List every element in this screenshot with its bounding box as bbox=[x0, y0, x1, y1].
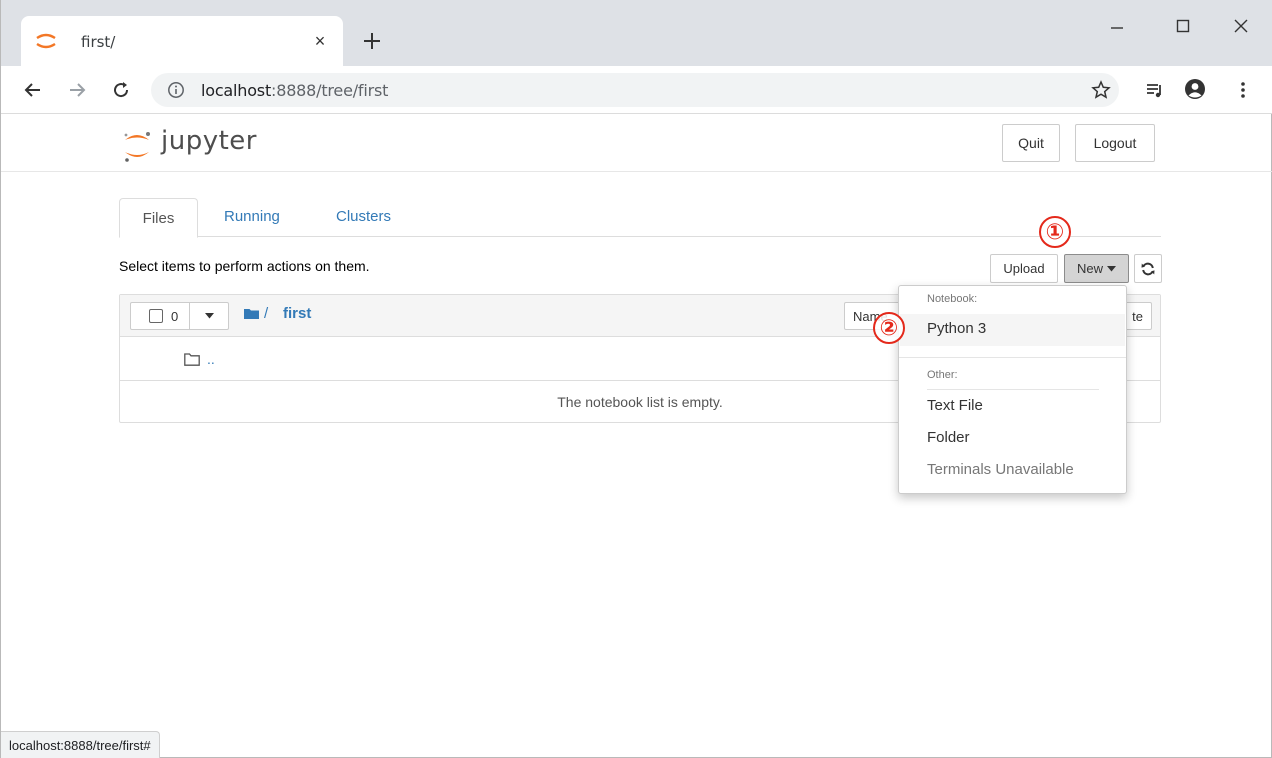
annotation-marker-1: ① bbox=[1039, 216, 1071, 248]
breadcrumb-separator: / bbox=[264, 305, 269, 322]
logo-text: jupyter bbox=[161, 126, 257, 156]
selected-count: 0 bbox=[171, 308, 179, 324]
new-tab-icon[interactable] bbox=[357, 26, 387, 56]
menu-item-python3[interactable]: Python 3 bbox=[927, 320, 986, 337]
select-all-checkbox[interactable] bbox=[149, 309, 163, 323]
logout-button[interactable]: Logout bbox=[1075, 124, 1155, 162]
tabs-divider bbox=[119, 236, 1161, 237]
minimize-icon[interactable] bbox=[1097, 8, 1137, 44]
new-button[interactable]: New bbox=[1064, 254, 1129, 283]
url-path: :8888/tree/first bbox=[271, 81, 389, 100]
select-instructions: Select items to perform actions on them. bbox=[119, 258, 370, 274]
new-button-label: New bbox=[1076, 261, 1103, 276]
forward-arrow-icon[interactable] bbox=[63, 76, 91, 104]
browser-tab[interactable]: first/ × bbox=[21, 16, 343, 66]
folder-filled-icon bbox=[244, 307, 259, 320]
browser-window: first/ × localhost:8888/tree/first jupyt… bbox=[0, 0, 1272, 758]
parent-dir-link[interactable]: .. bbox=[207, 351, 215, 367]
info-icon[interactable] bbox=[167, 81, 185, 99]
refresh-icon bbox=[1141, 262, 1155, 275]
url-host: localhost bbox=[201, 81, 272, 100]
url-text: localhost:8888/tree/first bbox=[201, 81, 388, 100]
media-queue-icon[interactable] bbox=[1141, 76, 1169, 104]
select-all-button[interactable]: 0 bbox=[130, 302, 190, 330]
reload-icon[interactable] bbox=[107, 76, 135, 104]
close-window-icon[interactable] bbox=[1221, 8, 1261, 44]
caret-down-icon bbox=[1107, 265, 1116, 271]
jupyter-favicon-icon bbox=[35, 33, 57, 49]
quit-button[interactable]: Quit bbox=[1002, 124, 1060, 162]
header-underline bbox=[927, 389, 1099, 390]
select-dropdown-button[interactable] bbox=[189, 302, 229, 330]
menu-item-folder[interactable]: Folder bbox=[927, 429, 970, 446]
profile-icon[interactable] bbox=[1181, 75, 1209, 103]
annotation-marker-2: ② bbox=[873, 312, 905, 344]
refresh-button[interactable] bbox=[1134, 254, 1162, 283]
other-section-header: Other: bbox=[927, 369, 958, 381]
address-bar[interactable]: localhost:8888/tree/first bbox=[151, 73, 1119, 107]
jupyter-header: jupyter Quit Logout bbox=[1, 114, 1272, 172]
menu-divider bbox=[899, 357, 1126, 358]
folder-outline-icon bbox=[184, 353, 200, 366]
browser-toolbar: localhost:8888/tree/first bbox=[1, 66, 1272, 114]
tab-clusters[interactable]: Clusters bbox=[336, 208, 391, 225]
new-dropdown-menu: Notebook: Python 3 Other: Text File Fold… bbox=[898, 285, 1127, 494]
tab-close-icon[interactable]: × bbox=[309, 30, 331, 52]
notebook-section-header: Notebook: bbox=[927, 293, 978, 305]
star-icon[interactable] bbox=[1087, 76, 1115, 104]
more-menu-icon[interactable] bbox=[1229, 76, 1257, 104]
tab-title: first/ bbox=[81, 33, 116, 51]
menu-item-terminals-unavailable: Terminals Unavailable bbox=[927, 461, 1074, 478]
tab-running[interactable]: Running bbox=[224, 208, 280, 225]
upload-button[interactable]: Upload bbox=[990, 254, 1058, 283]
title-bar: first/ × bbox=[1, 0, 1272, 66]
caret-down-icon bbox=[204, 313, 214, 319]
maximize-icon[interactable] bbox=[1163, 8, 1203, 44]
menu-item-text-file[interactable]: Text File bbox=[927, 397, 983, 414]
breadcrumb-first[interactable]: first bbox=[283, 305, 311, 322]
status-bar-url: localhost:8888/tree/first# bbox=[1, 731, 160, 758]
tab-files[interactable]: Files bbox=[119, 198, 198, 238]
back-arrow-icon[interactable] bbox=[19, 76, 47, 104]
